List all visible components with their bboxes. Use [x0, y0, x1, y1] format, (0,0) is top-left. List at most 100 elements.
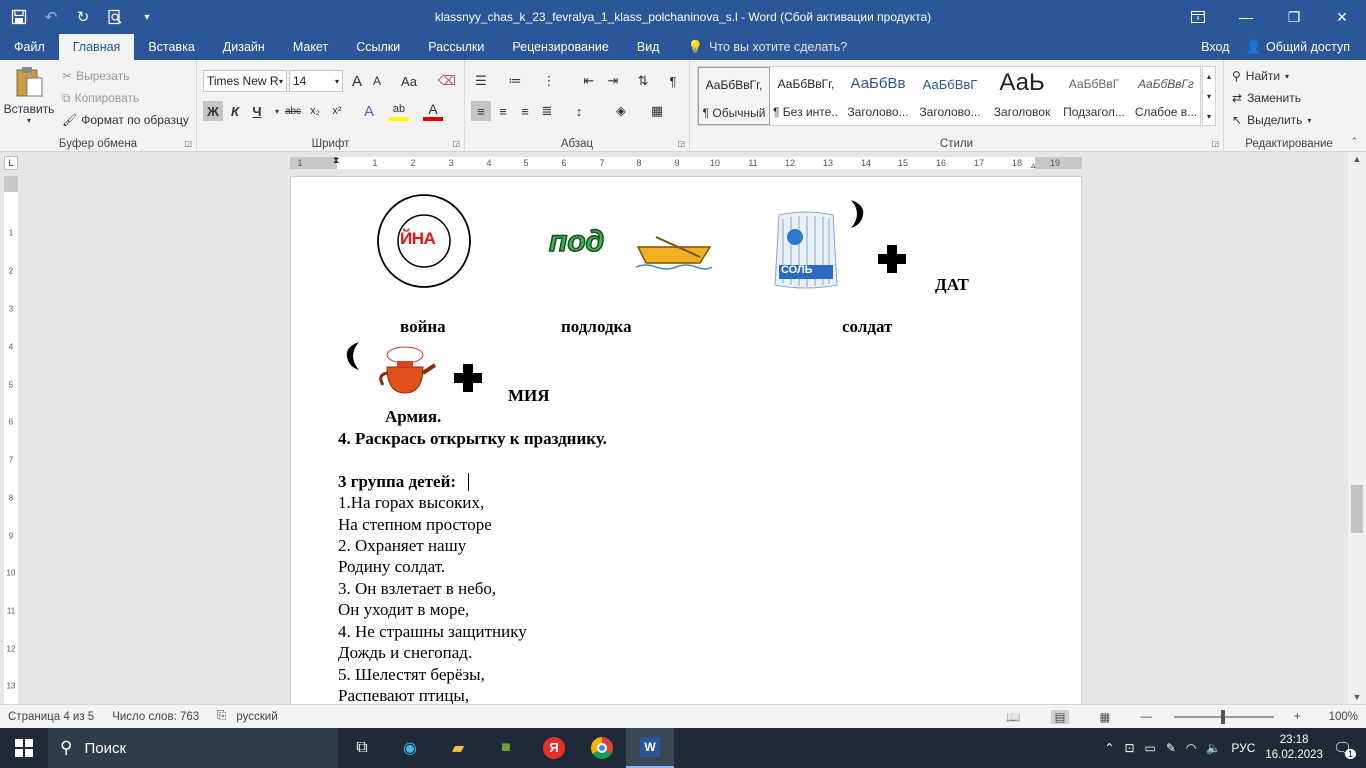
- change-case-button[interactable]: Аа: [395, 71, 423, 91]
- find-button[interactable]: ⚲ Найти ▾: [1232, 66, 1289, 86]
- tab-mailings[interactable]: Рассылки: [414, 34, 498, 60]
- strikethrough-button[interactable]: abc: [283, 101, 303, 121]
- restore-icon[interactable]: ❐: [1270, 0, 1318, 34]
- increase-indent-icon[interactable]: ⇥: [603, 71, 623, 91]
- minimize-icon[interactable]: —: [1222, 0, 1270, 34]
- bold-button[interactable]: Ж: [203, 101, 223, 121]
- network-icon[interactable]: ⊡: [1124, 741, 1134, 755]
- scroll-up-icon[interactable]: ▲: [1348, 154, 1366, 164]
- style-normal[interactable]: АаБбВвГг, ¶ Обычный: [698, 67, 770, 125]
- show-formatting-marks-icon[interactable]: ¶: [663, 71, 683, 91]
- paste-button[interactable]: Вставить ▾: [4, 66, 54, 132]
- customize-qat-icon[interactable]: ▾: [138, 8, 156, 26]
- align-right-icon[interactable]: ≡: [515, 101, 535, 121]
- format-painter-button[interactable]: 🖌 Формат по образцу: [62, 110, 189, 130]
- edge-icon[interactable]: ◉: [386, 728, 434, 768]
- indent-marker-icon[interactable]: ⧗: [333, 155, 339, 166]
- horizontal-ruler[interactable]: 1 1 2 3 4 5 6 7 8 9 10 11 12 13 14 15 16…: [290, 155, 1082, 171]
- vertical-scrollbar[interactable]: ▲ ▼: [1348, 152, 1366, 704]
- windows-start-icon[interactable]: [0, 728, 48, 768]
- style-heading-1[interactable]: АаБбВв Заголово...: [842, 67, 914, 125]
- zoom-slider[interactable]: [1173, 710, 1274, 724]
- document-page[interactable]: ЙНА под СОЛЬ ДАТ война подлодка солдат М…: [290, 176, 1082, 704]
- tell-me-box[interactable]: 💡 Что вы хотите сделать?: [673, 34, 847, 60]
- scroll-down-icon[interactable]: ▼: [1348, 692, 1366, 702]
- font-color-button[interactable]: A: [423, 101, 443, 121]
- dialog-launcher-icon[interactable]: ◲: [452, 139, 460, 148]
- yandex-browser-icon[interactable]: Я: [530, 728, 578, 768]
- wifi-icon[interactable]: ◠: [1186, 741, 1196, 755]
- taskbar-clock[interactable]: 23:18 16.02.2023: [1265, 733, 1323, 763]
- task-view-icon[interactable]: ⧉: [338, 728, 386, 768]
- save-icon[interactable]: [10, 8, 28, 26]
- zoom-level[interactable]: 100%: [1329, 711, 1358, 723]
- word-taskbar-icon[interactable]: W: [626, 728, 674, 768]
- vertical-ruler[interactable]: 1 2 3 4 5 6 7 8 9 10 11 12 13: [4, 176, 18, 704]
- style-heading-2[interactable]: АаБбВвГ Заголово...: [914, 67, 986, 125]
- tab-references[interactable]: Ссылки: [342, 34, 414, 60]
- style-subtitle[interactable]: АаБбВвГ Подзагол...: [1058, 67, 1130, 125]
- dialog-launcher-icon[interactable]: ◲: [184, 139, 192, 148]
- file-explorer-icon[interactable]: ▰: [434, 728, 482, 768]
- align-left-icon[interactable]: ≡: [471, 101, 491, 121]
- input-language[interactable]: РУС: [1231, 741, 1255, 755]
- taskbar-search-box[interactable]: ⚲ Поиск: [48, 728, 338, 768]
- highlight-button[interactable]: ab: [389, 101, 409, 121]
- tab-file[interactable]: Файл: [0, 34, 59, 60]
- cut-button[interactable]: ✂ Вырезать: [62, 66, 129, 86]
- shading-icon[interactable]: ◈: [611, 101, 631, 121]
- print-preview-icon[interactable]: [106, 8, 124, 26]
- redo-icon[interactable]: ↻: [74, 8, 92, 26]
- multilevel-list-icon[interactable]: ⋮: [539, 71, 559, 91]
- dialog-launcher-icon[interactable]: ◲: [1211, 139, 1219, 148]
- underline-button[interactable]: Ч: [247, 101, 267, 121]
- tab-review[interactable]: Рецензирование: [498, 34, 623, 60]
- style-title[interactable]: АаЬ Заголовок: [986, 67, 1058, 125]
- ribbon-display-options-icon[interactable]: [1174, 0, 1222, 34]
- chrome-icon[interactable]: [578, 728, 626, 768]
- decrease-indent-icon[interactable]: ⇤: [579, 71, 599, 91]
- select-button[interactable]: ↖ Выделить ▾: [1232, 110, 1311, 130]
- styles-scroll[interactable]: ▴ ▾ ▾: [1202, 66, 1216, 126]
- word-count[interactable]: Число слов: 763: [112, 711, 199, 723]
- collapse-ribbon-icon[interactable]: ⌃: [1350, 136, 1358, 147]
- pen-icon[interactable]: ✎: [1166, 741, 1176, 755]
- tab-view[interactable]: Вид: [623, 34, 674, 60]
- style-no-spacing[interactable]: АаБбВвГг, ¶ Без инте...: [770, 67, 842, 125]
- tab-layout[interactable]: Макет: [279, 34, 342, 60]
- print-layout-icon[interactable]: ▤: [1050, 710, 1070, 724]
- line-spacing-icon[interactable]: ↕: [569, 101, 589, 121]
- clear-formatting-icon[interactable]: ⌫: [437, 71, 457, 91]
- copy-button[interactable]: ⧉ Копировать: [62, 88, 139, 108]
- grow-font-button[interactable]: A: [347, 71, 367, 91]
- page-count[interactable]: Страница 4 из 5: [8, 711, 94, 723]
- tab-insert[interactable]: Вставка: [134, 34, 208, 60]
- align-center-icon[interactable]: ≡: [493, 101, 513, 121]
- battery-icon[interactable]: ▭: [1145, 741, 1156, 755]
- shrink-font-button[interactable]: A: [367, 71, 387, 91]
- language-indicator[interactable]: русский: [236, 711, 277, 723]
- style-subtle-emphasis[interactable]: АаБбВвГг Слабое в...: [1130, 67, 1202, 125]
- replace-button[interactable]: ⇄ Заменить: [1232, 88, 1301, 108]
- font-name-box[interactable]: Times New R ▾: [203, 70, 287, 92]
- subscript-button[interactable]: x₂: [305, 101, 325, 121]
- document-area[interactable]: ЙНА под СОЛЬ ДАТ война подлодка солдат М…: [22, 172, 1348, 704]
- font-size-box[interactable]: 14 ▾: [289, 70, 343, 92]
- text-effects-button[interactable]: A: [359, 101, 379, 121]
- tab-design[interactable]: Дизайн: [209, 34, 279, 60]
- right-indent-marker-icon[interactable]: ▵: [1031, 160, 1036, 171]
- web-layout-icon[interactable]: ▦: [1099, 710, 1110, 724]
- sort-icon[interactable]: ⇅: [633, 71, 653, 91]
- minecraft-icon[interactable]: ■: [482, 728, 530, 768]
- bullets-icon[interactable]: ☰: [471, 71, 491, 91]
- borders-icon[interactable]: ▦: [647, 101, 667, 121]
- notifications-icon[interactable]: 🗨 1: [1333, 739, 1356, 759]
- read-mode-icon[interactable]: 📖: [1006, 710, 1020, 724]
- tab-selector[interactable]: L: [4, 156, 18, 170]
- volume-icon[interactable]: 🔈: [1206, 741, 1221, 755]
- numbering-icon[interactable]: ≔: [505, 71, 525, 91]
- undo-icon[interactable]: ↶: [42, 8, 60, 26]
- close-icon[interactable]: ✕: [1318, 0, 1366, 34]
- zoom-out-icon[interactable]: —: [1140, 711, 1152, 723]
- scroll-thumb[interactable]: [1351, 485, 1363, 533]
